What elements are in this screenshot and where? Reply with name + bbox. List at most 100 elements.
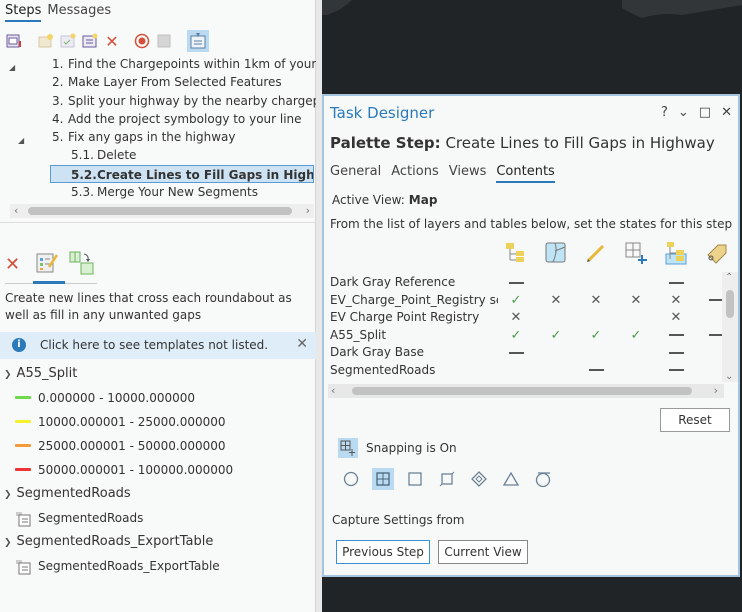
chevron-down-icon[interactable]: ❯	[4, 483, 12, 507]
selected-state-cell[interactable]	[664, 362, 688, 380]
layer-header-segmentedroads-exporttable[interactable]: ❯ SegmentedRoads_ExportTable	[0, 530, 316, 554]
info-bar-text[interactable]: Click here to see templates not listed.	[40, 338, 268, 352]
selected-state-cell[interactable]: ✕	[664, 292, 688, 310]
chevron-down-icon[interactable]: ⌄	[678, 105, 689, 120]
capture-settings-label: Capture Settings from	[332, 513, 465, 527]
record-icon[interactable]	[133, 32, 151, 50]
stop-icon[interactable]	[155, 32, 173, 50]
help-icon[interactable]: ?	[661, 105, 668, 120]
selected-state-cell[interactable]	[664, 327, 688, 345]
chevron-down-icon[interactable]: ❯	[4, 363, 12, 387]
selected-state-cell[interactable]: ✕	[664, 309, 688, 327]
step-5-2-selected[interactable]: 5.2. Create Lines to Fill Gaps in Highwa…	[50, 164, 314, 184]
step-5[interactable]: ◢ 5. Fix any gaps in the highway	[0, 128, 316, 146]
selectable-state-cell[interactable]: ✓	[544, 327, 568, 345]
scrollbar-thumb[interactable]	[28, 207, 292, 215]
visible-state-cell[interactable]: ✓	[504, 327, 528, 345]
merge-tool-icon[interactable]	[69, 250, 95, 279]
step-5-3[interactable]: 5.3. Merge Your New Segments	[0, 183, 316, 201]
point-snap-icon[interactable]	[340, 468, 362, 490]
palette-step-heading: Palette Step: Create Lines to Fill Gaps …	[330, 134, 715, 152]
previous-step-button[interactable]: Previous Step	[336, 540, 430, 564]
snapping-toggle[interactable]: Snapping is On	[338, 438, 457, 458]
maximize-icon[interactable]: □	[699, 105, 711, 120]
new-step-icon[interactable]	[37, 32, 55, 50]
delete-icon[interactable]: ✕	[103, 32, 121, 51]
template-item[interactable]: SegmentedRoads	[0, 506, 316, 530]
reset-button[interactable]: Reset	[660, 408, 730, 432]
selected-state-cell[interactable]	[664, 274, 688, 292]
x-icon: ✕	[550, 292, 562, 308]
layer-header-a55-split[interactable]: ❯ A55_Split	[0, 362, 316, 386]
templates-info-bar[interactable]: i Click here to see templates not listed…	[0, 332, 316, 359]
tab-actions[interactable]: Actions	[391, 164, 439, 183]
view-designer-icon[interactable]	[187, 30, 209, 52]
steps-horizontal-scrollbar[interactable]: ‹ ›	[10, 204, 314, 218]
step-description: Create new lines that cross each roundab…	[5, 291, 292, 322]
vertex-snap-icon[interactable]	[468, 468, 490, 490]
midpoint-snap-icon[interactable]	[500, 468, 522, 490]
checkmark-icon: ✓	[590, 327, 602, 343]
edge-snap-icon[interactable]	[404, 468, 426, 490]
step-5-1[interactable]: 5.1. Delete	[0, 146, 316, 164]
selectable-state-cell[interactable]: ✕	[544, 292, 568, 310]
expand-triangle-icon[interactable]: ◢	[9, 59, 15, 73]
close-icon[interactable]: ✕	[296, 336, 308, 352]
layer-header-segmentedroads[interactable]: ❯ SegmentedRoads	[0, 482, 316, 506]
tab-views[interactable]: Views	[449, 164, 487, 183]
current-view-button[interactable]: Current View	[438, 540, 528, 564]
delete-tool-icon[interactable]: ✕	[5, 254, 25, 275]
scrollbar-thumb[interactable]	[352, 387, 692, 395]
chevron-down-icon[interactable]: ❯	[4, 531, 12, 555]
checkmark-icon: ✓	[510, 327, 522, 343]
editable-state-cell[interactable]: ✓	[584, 327, 608, 345]
visible-state-cell[interactable]: ✕	[504, 309, 528, 327]
editable-state-cell[interactable]: ✕	[584, 292, 608, 310]
visible-state-cell[interactable]: ✓	[504, 292, 528, 310]
step-list-icon[interactable]	[81, 32, 99, 50]
snappable-state-cell[interactable]: ✕	[624, 292, 648, 310]
selected-state-cell[interactable]	[664, 344, 688, 362]
template-item[interactable]: SegmentedRoads_ExportTable	[0, 554, 316, 578]
tangent-snap-icon[interactable]	[532, 468, 554, 490]
expand-triangle-icon[interactable]: ◢	[18, 132, 24, 146]
label-state-cell[interactable]	[704, 327, 724, 345]
close-icon[interactable]: ✕	[721, 105, 732, 120]
task-properties-icon[interactable]	[5, 32, 23, 50]
template-item[interactable]: 0.000000 - 10000.000000	[0, 386, 316, 410]
visible-state-cell[interactable]	[504, 274, 528, 292]
step-1[interactable]: ◢ 1. Find the Chargepoints within 1km of…	[0, 55, 316, 73]
template-item[interactable]: 25000.000001 - 50000.000000	[0, 434, 316, 458]
step-4[interactable]: 4. Add the project symbology to your lin…	[0, 110, 316, 128]
create-features-icon[interactable]	[35, 251, 59, 278]
visible-state-cell[interactable]	[504, 344, 528, 362]
tab-general[interactable]: General	[330, 164, 381, 183]
grid-vertical-scrollbar[interactable]: ⌃ ⌄	[722, 272, 738, 382]
label-state-cell[interactable]	[704, 292, 724, 310]
tab-messages[interactable]: Messages	[47, 3, 111, 22]
scroll-left-icon[interactable]: ‹	[331, 384, 335, 398]
scroll-right-icon[interactable]: ›	[714, 384, 718, 398]
grid-horizontal-scrollbar[interactable]: ‹ ›	[328, 384, 724, 398]
template-item[interactable]: 10000.000001 - 25000.000000	[0, 410, 316, 434]
dash-icon	[508, 351, 524, 354]
end-snap-icon[interactable]	[436, 468, 458, 490]
tab-contents[interactable]: Contents	[496, 164, 555, 183]
step-2[interactable]: 2. Make Layer From Selected Features	[0, 73, 316, 91]
pane-tabs: Steps Messages	[5, 3, 111, 22]
scroll-down-icon[interactable]: ⌄	[725, 371, 733, 382]
layer-name: Dark Gray Base	[330, 345, 425, 360]
new-task-icon[interactable]	[59, 32, 77, 50]
scroll-right-icon[interactable]: ›	[306, 204, 310, 218]
scroll-up-icon[interactable]: ⌃	[725, 272, 733, 283]
snappable-state-cell[interactable]: ✓	[624, 327, 648, 345]
tab-steps[interactable]: Steps	[5, 3, 42, 22]
scroll-left-icon[interactable]: ‹	[14, 204, 18, 218]
scrollbar-thumb[interactable]	[726, 290, 734, 318]
snapping-icon[interactable]	[338, 438, 358, 458]
step-3[interactable]: 3. Split your highway by the nearby char…	[0, 92, 316, 110]
intersection-snap-icon[interactable]	[372, 468, 394, 490]
editable-state-cell[interactable]	[584, 362, 608, 380]
template-item[interactable]: 50000.000001 - 100000.000000	[0, 458, 316, 482]
tasks-pane: Steps Messages ✕ ◢ 1. Find the Chargepoi…	[0, 0, 316, 612]
